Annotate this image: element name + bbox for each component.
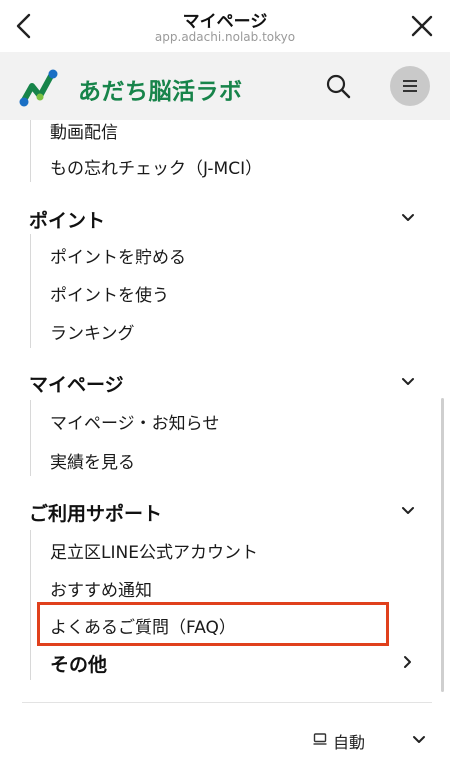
hamburger-line — [403, 85, 417, 87]
section-divider-line — [30, 400, 31, 476]
browser-title: マイページ — [182, 12, 268, 32]
faq-highlight-box — [37, 602, 389, 646]
browser-top-bar: マイページ app.adachi.nolab.tokyo — [0, 0, 450, 50]
chevron-down-icon[interactable] — [400, 210, 416, 226]
menu-item-line-account[interactable]: 足立区LINE公式アカウント — [50, 538, 258, 563]
section-heading-support[interactable]: ご利用サポート — [29, 499, 162, 526]
site-logo-icon[interactable] — [18, 66, 60, 108]
hamburger-menu-button[interactable] — [390, 66, 430, 106]
site-header: あだち脳活ラボ — [0, 52, 450, 120]
hamburger-line — [403, 80, 417, 82]
scrollbar[interactable] — [441, 398, 444, 692]
theme-label: 自動 — [333, 733, 366, 752]
section-divider-line — [30, 530, 31, 680]
section-divider-line — [30, 234, 31, 348]
footer-divider — [22, 702, 432, 703]
menu-item-achievements[interactable]: 実績を見る — [50, 448, 135, 473]
hamburger-line — [403, 90, 417, 92]
section-heading-other[interactable]: その他 — [50, 650, 107, 677]
chevron-down-icon[interactable] — [411, 732, 427, 748]
menu-item-memory-check[interactable]: もの忘れチェック（J-MCI） — [50, 154, 262, 179]
section-heading-points[interactable]: ポイント — [29, 206, 105, 233]
menu-item-ranking[interactable]: ランキング — [50, 319, 135, 344]
chevron-down-icon[interactable] — [400, 374, 416, 390]
menu-item-earn-points[interactable]: ポイントを貯める — [50, 243, 186, 268]
menu-item-video[interactable]: 動画配信 — [50, 118, 118, 143]
menu-item-use-points[interactable]: ポイントを使う — [50, 281, 169, 306]
menu-item-recommended-notifications[interactable]: おすすめ通知 — [50, 576, 152, 601]
display-icon — [313, 733, 327, 745]
browser-url: app.adachi.nolab.tokyo — [154, 30, 296, 44]
chevron-right-icon[interactable] — [400, 654, 416, 670]
chevron-down-icon[interactable] — [400, 503, 416, 519]
search-icon[interactable] — [324, 72, 352, 100]
close-icon[interactable] — [410, 14, 434, 38]
section-divider-line — [30, 120, 31, 182]
site-name[interactable]: あだち脳活ラボ — [78, 72, 243, 106]
section-heading-mypage[interactable]: マイページ — [29, 370, 124, 397]
menu-item-mypage-news[interactable]: マイページ・お知らせ — [50, 409, 219, 434]
